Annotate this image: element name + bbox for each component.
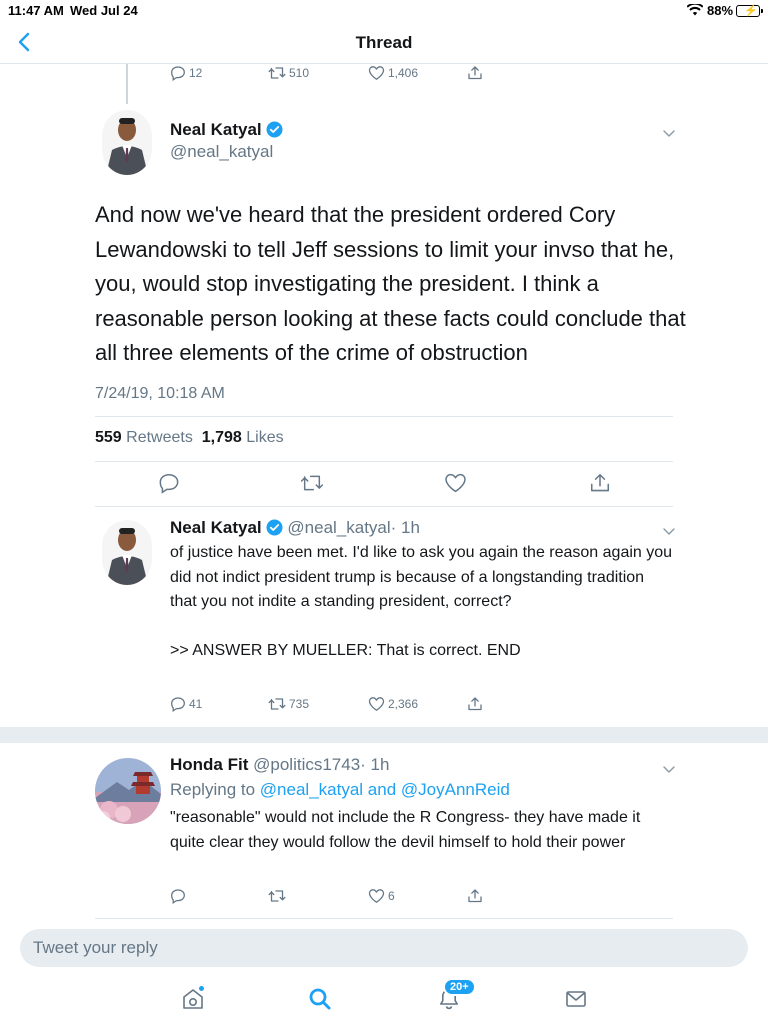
reply-icon [171,66,185,81]
divider [95,416,673,417]
retweet-icon [300,475,324,491]
author-handle[interactable]: @neal_katyal [170,142,273,162]
verified-badge-icon [266,121,283,143]
tab-bar: 20+ [0,975,768,1024]
prev-tweet-actions: 12 510 1,406 [0,65,768,87]
main-tweet-actions [0,472,768,496]
reply-input[interactable]: Tweet your reply [20,929,748,967]
reply-icon [171,889,185,904]
replying-prefix: Replying to [170,780,256,799]
author-avatar[interactable] [102,110,152,175]
reply-button[interactable] [158,472,180,494]
likes-count: 1,798 [201,429,242,446]
status-date: Wed Jul 24 [70,3,138,18]
battery-icon: ⚡ [736,5,763,17]
heart-icon [445,473,466,493]
divider [95,918,673,919]
reply-header: Honda Fit @politics1743· 1h [170,755,389,775]
retweets-label: Retweets [126,429,193,446]
like-button[interactable]: 1,406 [368,65,418,81]
like-button[interactable] [444,472,467,494]
section-separator [0,727,768,743]
reply-time: · 1h [390,518,420,537]
reply-avatar[interactable] [102,520,152,585]
reply-icon [171,697,185,712]
like-button[interactable]: 6 [368,888,395,904]
divider [95,461,673,462]
reply-count: 12 [189,66,203,80]
reply-button[interactable]: 12 [170,65,202,81]
retweet-count: 510 [289,66,310,80]
reply-count: 41 [189,697,203,711]
replying-to: Replying to @neal_katyal and @JoyAnnReid [170,780,510,800]
reply-author-name[interactable]: Neal Katyal [170,518,262,537]
retweet-button[interactable]: 510 [268,65,309,81]
reply-author-name[interactable]: Honda Fit [170,755,248,774]
heart-icon [368,697,385,711]
reply-1-actions: 41 735 2,366 [0,696,768,718]
replying-and: and [367,780,397,799]
share-icon [468,66,482,80]
author-name[interactable]: Neal Katyal [170,120,262,139]
chevron-down-icon[interactable] [662,762,676,780]
messages-tab-icon[interactable] [564,987,588,1016]
like-count: 1,406 [388,66,419,80]
reply-author-handle[interactable]: @neal_katyal [287,518,390,537]
divider [95,506,673,507]
retweets-stat[interactable]: 559 Retweets [95,429,193,446]
home-unread-dot [198,985,205,992]
reply-header: Neal Katyal @neal_katyal· 1h [170,518,420,541]
notifications-tab-icon[interactable]: 20+ [437,978,476,1016]
wifi-icon [686,2,704,19]
reply-avatar[interactable] [95,758,161,824]
share-button[interactable] [467,888,483,904]
reply-icon [159,473,179,494]
tweet-stats: 559 Retweets 1,798 Likes [95,429,284,447]
like-count: 2,366 [388,697,419,711]
chevron-down-icon[interactable] [662,524,676,542]
retweet-button[interactable] [300,472,324,494]
verified-badge-icon [266,519,283,541]
heart-icon [368,889,385,903]
chevron-down-icon[interactable] [662,126,676,144]
author-name-row: Neal Katyal [170,120,283,143]
share-icon [590,473,610,492]
share-icon [468,697,482,711]
home-tab-icon[interactable] [180,985,206,1016]
share-button[interactable] [467,65,483,81]
like-count: 6 [388,889,395,903]
heart-icon [368,66,385,80]
reply-2-actions: 6 [0,888,768,910]
likes-stat[interactable]: 1,798 Likes [202,429,284,446]
share-button[interactable] [589,472,611,494]
notifications-badge: 20+ [443,978,476,996]
replying-user-link[interactable]: @JoyAnnReid [401,780,510,799]
status-bar: 11:47 AM Wed Jul 24 88% ⚡ [0,0,768,22]
tweet-text: And now we've heard that the president o… [95,202,686,365]
likes-label: Likes [246,429,284,446]
reply-text: "reasonable" would not include the R Con… [170,809,645,851]
status-time: 11:47 AM [8,3,64,18]
battery-percent: 88% [707,3,734,18]
search-tab-icon[interactable] [308,987,332,1016]
reply-button[interactable]: 41 [170,696,202,712]
retweet-icon [268,67,286,79]
retweet-button[interactable] [268,888,289,904]
reply-author-handle[interactable]: @politics1743 [253,755,360,774]
retweet-icon [268,890,286,902]
retweet-count: 735 [289,697,310,711]
retweet-button[interactable]: 735 [268,696,309,712]
reply-button[interactable] [170,888,189,904]
retweets-count: 559 [95,429,122,446]
share-button[interactable] [467,696,483,712]
replying-user-link[interactable]: @neal_katyal [260,780,363,799]
reply-text: of justice have been met. I'd like to as… [170,544,673,659]
share-icon [468,889,482,903]
page-title: Thread [355,33,413,52]
tweet-timestamp: 7/24/19, 10:18 AM [95,385,225,402]
reply-time: · 1h [360,755,390,774]
retweet-icon [268,698,286,710]
nav-bar: Thread [0,22,768,64]
like-button[interactable]: 2,366 [368,696,418,712]
